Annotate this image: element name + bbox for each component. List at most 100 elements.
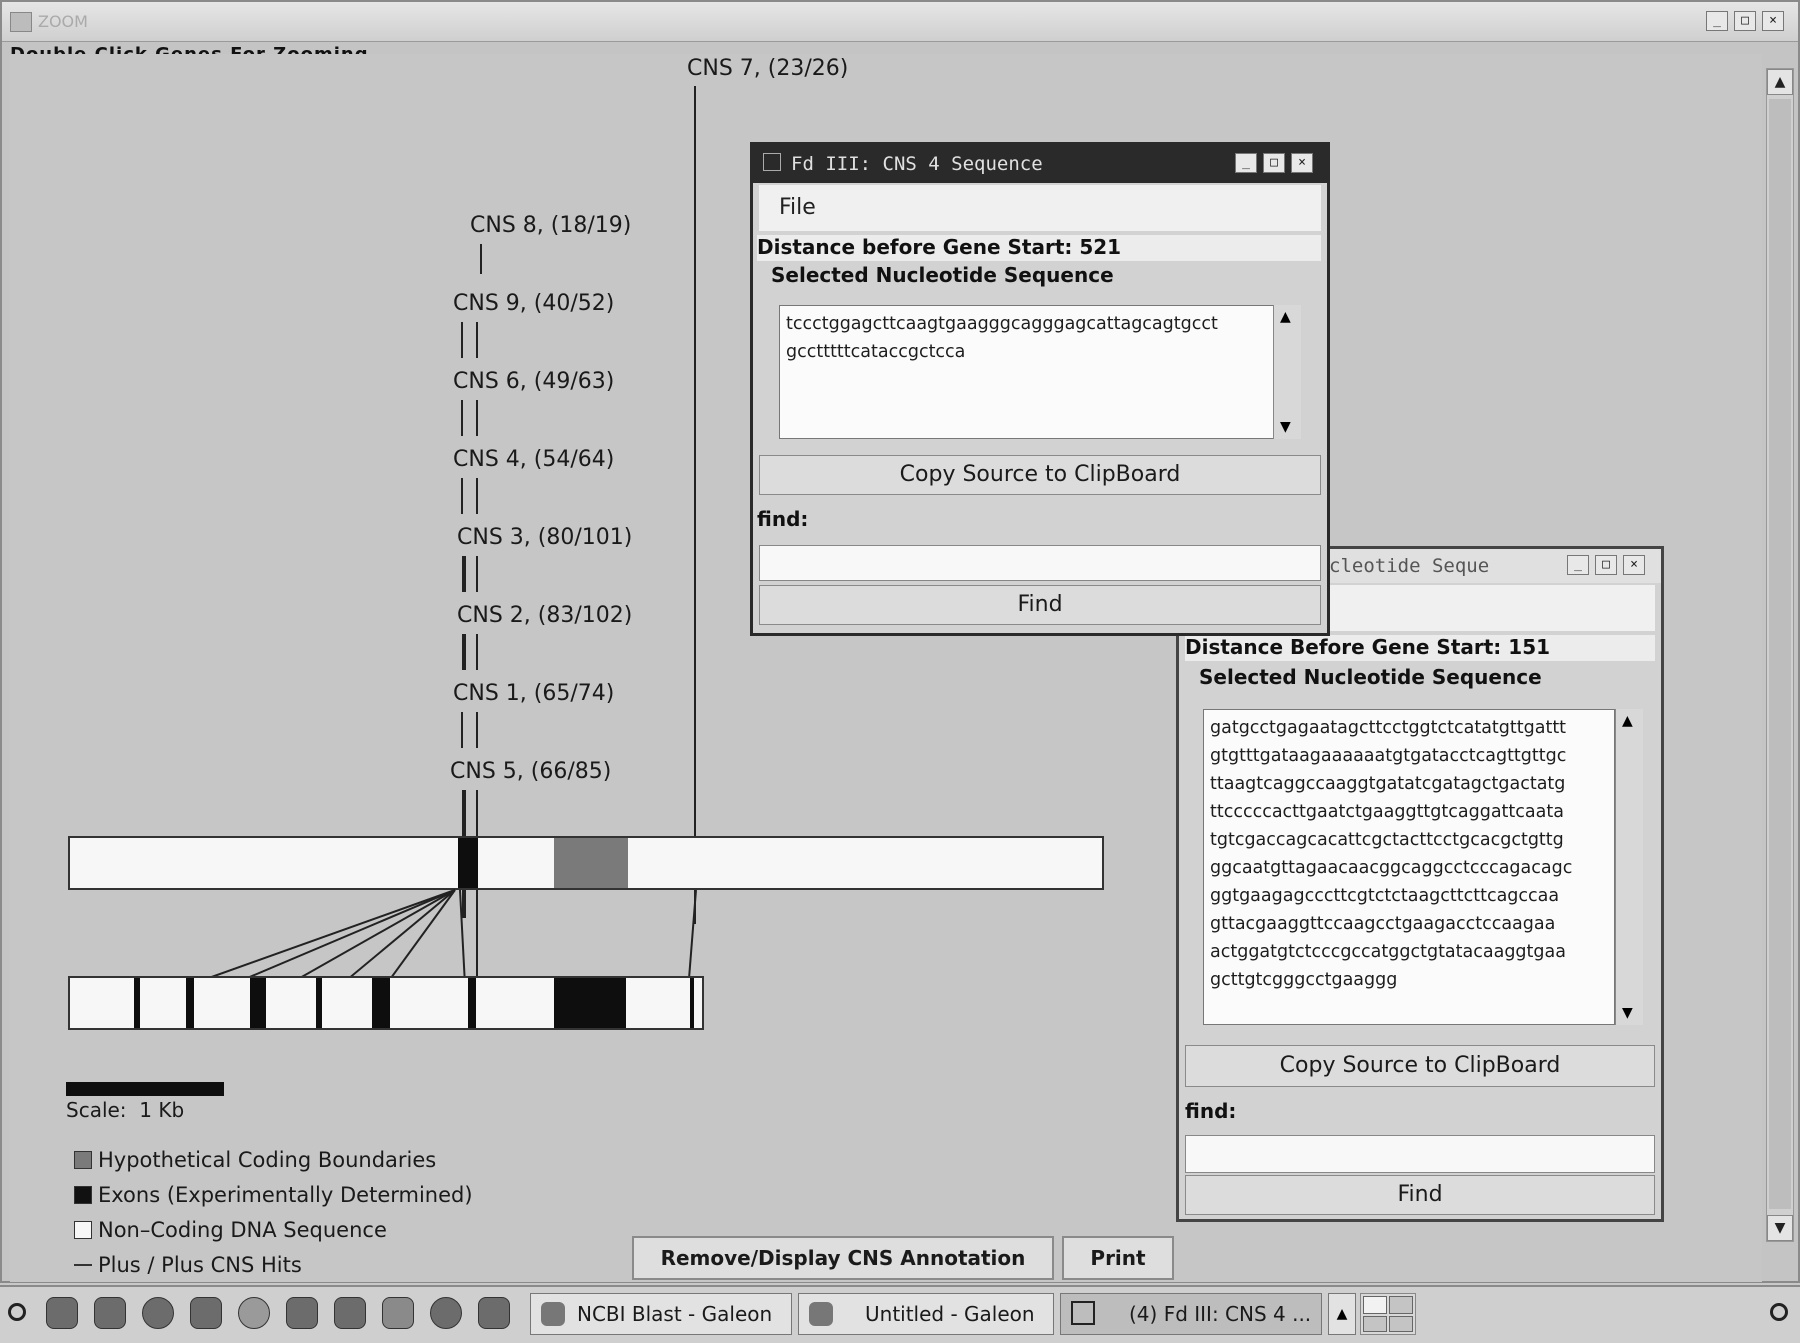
dialog-titlebar: Fd III: CNS 4 Sequence _ □ × [753,145,1327,183]
remove-display-cns-button[interactable]: Remove/Display CNS Annotation [632,1236,1054,1280]
zoom-hint: Double Click Genes For Zooming [10,42,369,54]
gnome-foot-icon[interactable] [46,1297,78,1329]
sequence-header: Selected Nucleotide Sequence [771,263,1114,287]
exon-block [250,978,266,1028]
cns-label[interactable]: CNS 5, (66/85) [450,759,611,784]
cns-hit-line [476,634,478,670]
legend-item: Hypothetical Coding Boundaries [74,1148,436,1172]
workspace-pager[interactable] [1360,1293,1416,1335]
cns-label[interactable]: CNS 9, (40/52) [453,291,614,316]
mail-icon[interactable] [190,1297,222,1329]
main-vertical-scrollbar[interactable]: ▲ ▼ [1766,68,1794,1242]
legend-item: Plus / Plus CNS Hits [74,1253,302,1277]
sequence-textarea[interactable]: tccctggagcttcaagtgaagggcagggagcattagcagt… [779,305,1275,439]
exon-block [134,978,140,1028]
terminal-icon[interactable] [94,1297,126,1329]
cns-label[interactable]: CNS 4, (54/64) [453,447,614,472]
settings-icon[interactable] [334,1297,366,1329]
legend-swatch [74,1221,92,1239]
scroll-thumb[interactable] [1769,99,1791,1209]
task-button[interactable]: Untitled - Galeon [798,1293,1054,1335]
tools-icon[interactable] [382,1297,414,1329]
cns-label[interactable]: CNS 2, (83/102) [457,603,632,628]
cns-hit-line [476,322,478,358]
minimize-button[interactable]: _ [1567,555,1589,575]
window-menu-icon[interactable] [763,153,781,171]
scroll-up-arrow[interactable]: ▲ [1280,309,1291,325]
scroll-down-arrow[interactable]: ▼ [1280,419,1291,435]
cns-hit-line [476,478,478,514]
exon-block [186,978,194,1028]
scroll-down-arrow[interactable]: ▼ [1767,1215,1793,1241]
exon-block [690,978,694,1028]
file-manager-icon[interactable] [286,1297,318,1329]
find-button[interactable]: Find [1185,1175,1655,1215]
sequence-scrollbar[interactable]: ▲ ▼ [1273,305,1301,439]
file-menu[interactable]: File [779,195,816,220]
scroll-up-arrow[interactable]: ▲ [1767,69,1793,95]
cns-label[interactable]: CNS 6, (49/63) [453,369,614,394]
minimize-button[interactable]: _ [1706,11,1728,31]
sequence-scrollbar[interactable]: ▲ ▼ [1615,709,1643,1025]
taskbar: NCBI Blast - Galeon Untitled - Galeon (4… [0,1285,1800,1343]
legend-item: Exons (Experimentally Determined) [74,1183,473,1207]
panel-hide-right-icon[interactable] [1770,1303,1788,1321]
main-window-title: ZOOM [38,12,88,31]
copy-to-clipboard-button[interactable]: Copy Source to ClipBoard [1185,1045,1655,1087]
legend-swatch [74,1186,92,1204]
legend-item: Non–Coding DNA Sequence [74,1218,387,1242]
help-icon[interactable] [238,1297,270,1329]
find-input[interactable] [759,545,1321,581]
window-menu-icon[interactable] [10,12,32,32]
globe-icon[interactable] [142,1297,174,1329]
cns-label[interactable]: CNS 8, (18/19) [470,213,631,238]
print-button[interactable]: Print [1062,1236,1174,1280]
distance-label: Distance before Gene Start: 521 [757,235,1321,261]
cns-hit-line [462,556,466,592]
cns-hit-line [480,244,482,274]
network-icon[interactable] [478,1297,510,1329]
scroll-down-arrow[interactable]: ▼ [1622,1005,1633,1021]
exon-block [372,978,390,1028]
panel-hide-left-icon[interactable] [8,1303,26,1321]
sequence-dialog-back: cleotide Seque _ □ × Distance Before Gen… [1176,546,1664,1222]
cns-block [458,838,478,888]
gene-bar-top[interactable] [68,836,1104,890]
task-scroll-up-arrow[interactable]: ▲ [1328,1293,1356,1335]
scroll-up-arrow[interactable]: ▲ [1622,713,1633,729]
galeon-icon [809,1302,833,1326]
find-button[interactable]: Find [759,585,1321,625]
galeon-icon [541,1302,565,1326]
scale-label: Scale: 1 Kb [66,1098,185,1122]
cns-label[interactable]: CNS 1, (65/74) [453,681,614,706]
distance-label: Distance Before Gene Start: 151 [1185,635,1655,661]
task-button[interactable]: NCBI Blast - Galeon [530,1293,792,1335]
copy-to-clipboard-button[interactable]: Copy Source to ClipBoard [759,455,1321,495]
cns-label[interactable]: CNS 7, (23/26) [687,56,848,81]
workspace-2[interactable] [1389,1296,1413,1314]
cns-hit-line [461,712,463,748]
find-input[interactable] [1185,1135,1655,1173]
gene-bar-bottom[interactable] [68,976,704,1030]
dialog-menubar: File [759,185,1321,231]
scale-bar [66,1082,224,1096]
cns-hit-line [476,556,478,592]
dialog-title: Fd III: CNS 4 Sequence [791,153,1043,175]
minimize-button[interactable]: _ [1235,153,1257,173]
apple-icon[interactable] [430,1297,462,1329]
workspace-3[interactable] [1363,1316,1387,1332]
task-button-active[interactable]: (4) Fd III: CNS 4 ... [1060,1293,1322,1335]
close-button[interactable]: × [1623,555,1645,575]
legend-swatch [74,1151,92,1169]
close-button[interactable]: × [1762,11,1784,31]
hypothetical-coding-block [554,838,628,888]
sequence-textarea[interactable]: gatgcctgagaatagcttcctggtctcatatgttgattt … [1203,709,1615,1025]
maximize-button[interactable]: □ [1263,153,1285,173]
maximize-button[interactable]: □ [1734,11,1756,31]
cns-hit-line [461,478,463,514]
maximize-button[interactable]: □ [1595,555,1617,575]
workspace-1[interactable] [1363,1296,1387,1314]
workspace-4[interactable] [1389,1316,1413,1332]
cns-label[interactable]: CNS 3, (80/101) [457,525,632,550]
close-button[interactable]: × [1291,153,1313,173]
